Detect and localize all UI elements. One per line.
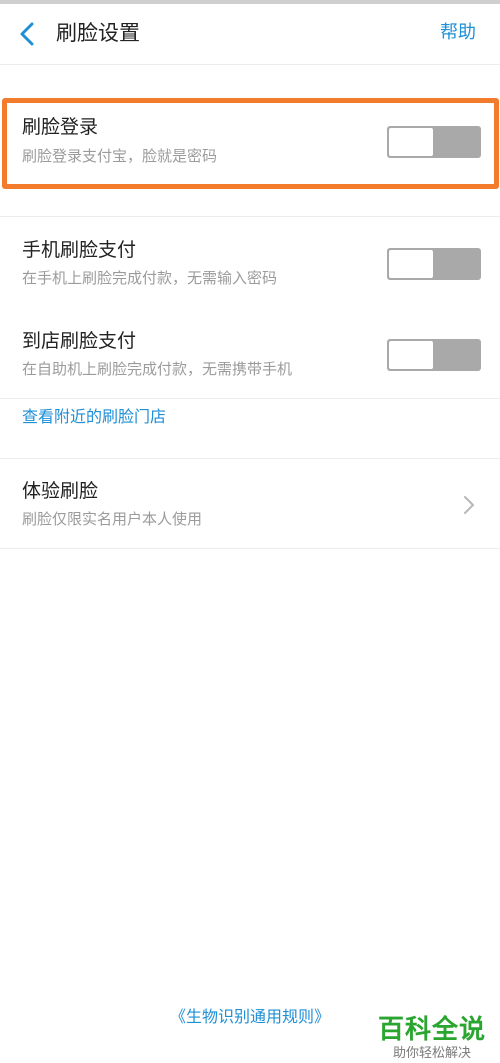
divider (0, 548, 500, 549)
nav-bar: 刷脸设置 帮助 (0, 4, 500, 65)
experience-title: 体验刷脸 (22, 480, 99, 502)
biometric-rules-link[interactable]: 《生物识别通用规则》 (170, 1005, 330, 1029)
divider (0, 458, 500, 459)
page-title: 刷脸设置 (56, 21, 140, 45)
watermark-logo: 百科全说 助你轻松解决 (378, 1015, 486, 1063)
chevron-right-icon (464, 496, 474, 514)
toggle-knob (389, 341, 433, 369)
phone-face-pay-toggle[interactable] (387, 248, 481, 280)
setting-title: 手机刷脸支付 (22, 239, 137, 261)
setting-subtitle: 在自助机上刷脸完成付款，无需携带手机 (22, 360, 293, 378)
divider (0, 398, 500, 399)
highlight-box (2, 98, 499, 189)
experience-subtitle: 刷脸仅限实名用户本人使用 (22, 510, 203, 528)
toggle-knob (389, 250, 433, 278)
watermark-subtitle: 助你轻松解决 (392, 1046, 471, 1061)
setting-title: 到店刷脸支付 (22, 330, 137, 352)
experience-face-row[interactable]: 体验刷脸 刷脸仅限实名用户本人使用 (0, 460, 500, 548)
setting-row-phone-face-pay: 手机刷脸支付 在手机上刷脸完成付款，无需输入密码 (0, 217, 500, 307)
nearby-stores-link[interactable]: 查看附近的刷脸门店 (22, 405, 166, 429)
back-arrow-icon (20, 22, 34, 46)
back-button[interactable] (10, 16, 46, 52)
help-link[interactable]: 帮助 (440, 19, 476, 47)
setting-row-store-face-pay: 到店刷脸支付 在自助机上刷脸完成付款，无需携带手机 (0, 308, 500, 398)
store-face-pay-toggle[interactable] (387, 339, 481, 371)
watermark-title: 百科全说 (377, 1015, 486, 1045)
setting-subtitle: 在手机上刷脸完成付款，无需输入密码 (22, 269, 278, 287)
